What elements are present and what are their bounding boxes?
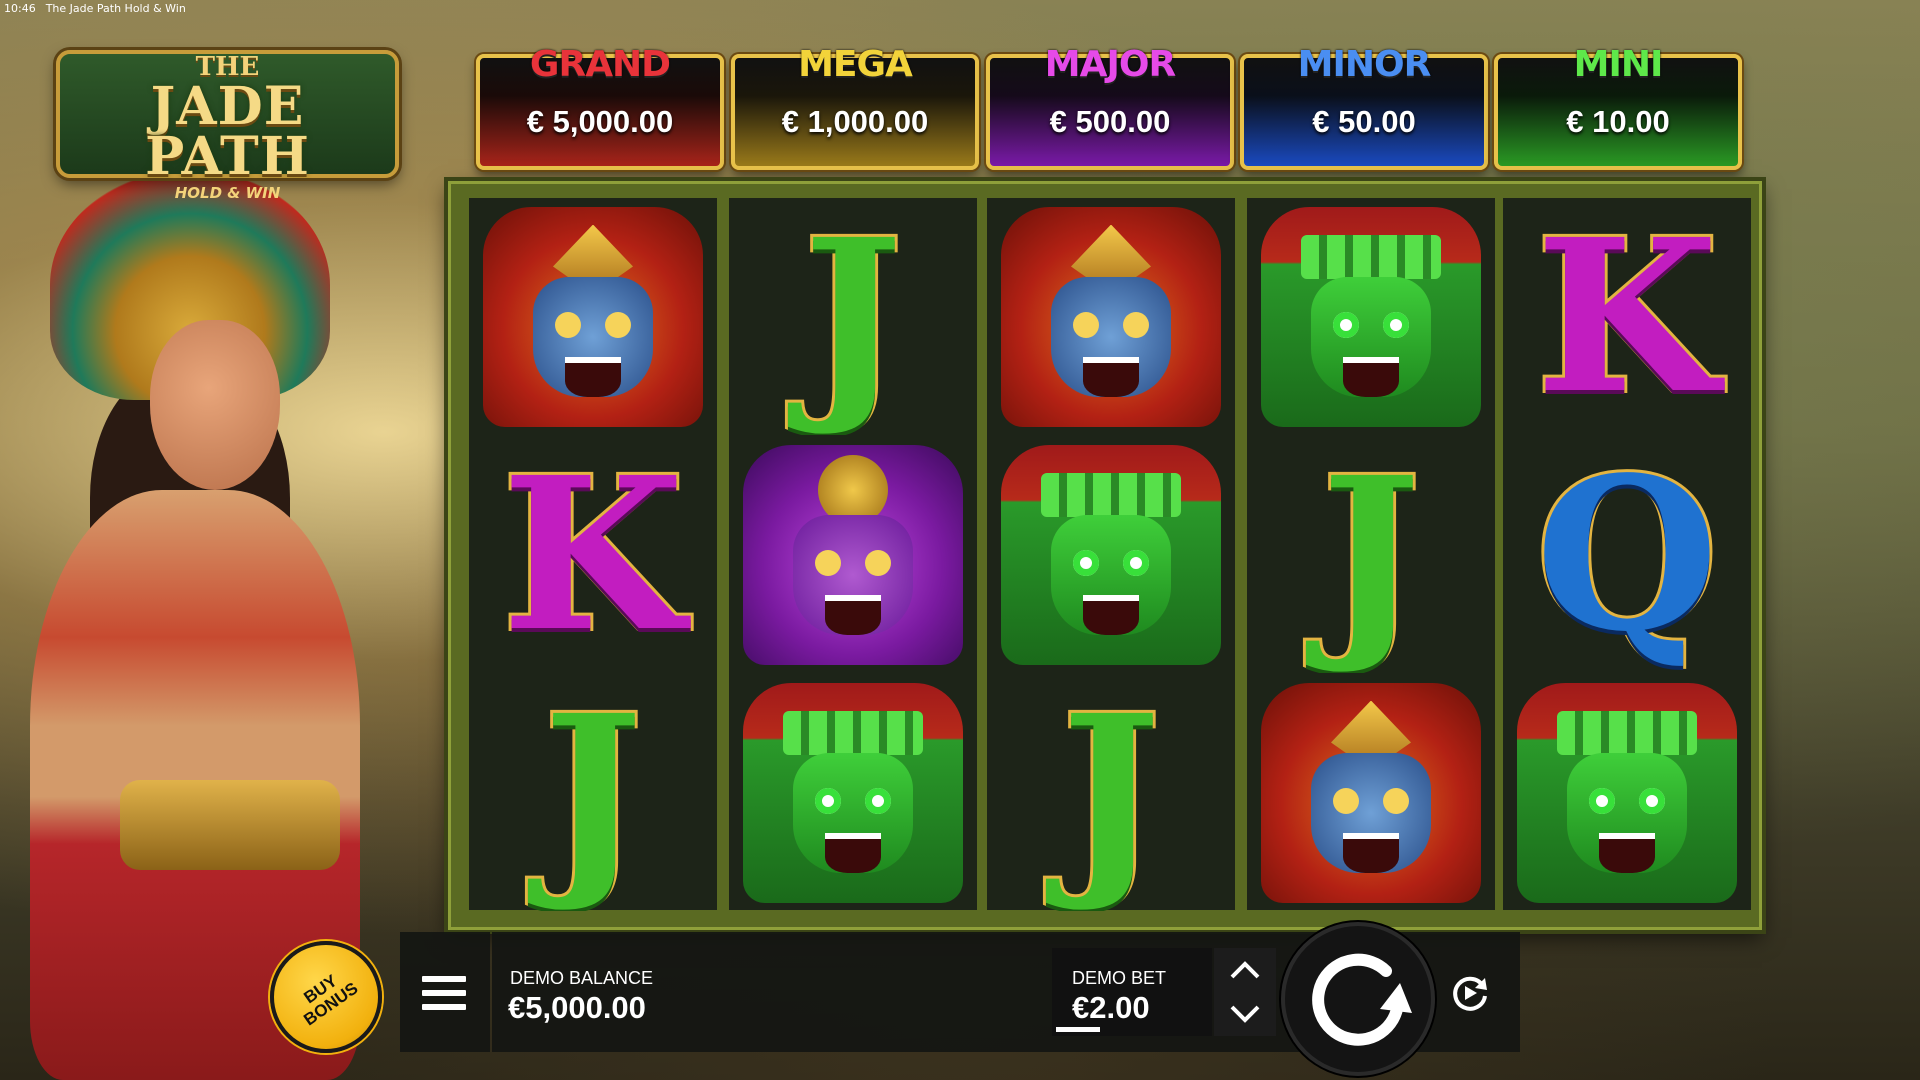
symbol-j: J [729, 198, 977, 435]
spin-button[interactable] [1281, 922, 1435, 1076]
balance-panel: DEMO BALANCE €5,000.00 [492, 932, 1052, 1052]
jackpot-mini-value: € 10.00 [1566, 104, 1670, 139]
reel-grid: KJJJJKQ [448, 181, 1762, 930]
jaguar-mask-icon [743, 444, 963, 665]
jackpot-major: MAJOR € 500.00 [986, 44, 1234, 170]
jackpot-mega-value: € 1,000.00 [781, 104, 929, 139]
bet-stepper [1214, 948, 1276, 1036]
jackpot-mini: MINI € 10.00 [1494, 44, 1742, 170]
symbol-letter-j: J [540, 674, 645, 911]
logo-line-3: HOLD & WIN [174, 184, 281, 202]
jackpot-grand-label: GRAND [529, 44, 671, 85]
spin-arrow-icon [1312, 953, 1412, 1046]
chevron-up-icon[interactable] [1228, 959, 1262, 981]
logo-line-2: JADE PATH [145, 76, 310, 187]
symbol-j: J [987, 674, 1235, 911]
jackpot-mega-label: MEGA [798, 44, 913, 85]
symbol-letter-j: J [800, 198, 905, 435]
symbol-eagle-mask [469, 198, 717, 435]
jackpot-minor: MINOR € 50.00 [1240, 44, 1488, 170]
buy-bonus-label: BUY BONUS [300, 971, 362, 1030]
reel-3: J [987, 198, 1235, 910]
reel-5: KQ [1503, 198, 1751, 910]
system-status-bar: 10:46 The Jade Path Hold & Win [0, 0, 190, 22]
symbol-k: K [469, 436, 717, 673]
eagle-mask-icon [1261, 682, 1481, 903]
eagle-mask-icon [483, 206, 703, 427]
symbol-letter-k: K [1533, 198, 1722, 435]
symbol-j: J [1247, 436, 1495, 673]
symbol-tiki-mask [987, 436, 1235, 673]
reel-1: KJ [469, 198, 717, 910]
reel-2: J [729, 198, 977, 910]
bet-level-indicator [1056, 1027, 1100, 1032]
symbol-tiki-mask [1503, 674, 1751, 911]
bet-label: DEMO BET [1072, 968, 1167, 988]
balance-label: DEMO BALANCE [510, 968, 654, 988]
tiki-mask-icon [743, 682, 963, 903]
symbol-tiki-mask [1247, 198, 1495, 435]
reel-4: J [1247, 198, 1495, 910]
symbol-tiki-mask [729, 674, 977, 911]
symbol-j: J [469, 674, 717, 911]
chevron-down-icon[interactable] [1228, 1003, 1262, 1025]
autoplay-button[interactable] [1444, 967, 1496, 1019]
eagle-mask-icon [1001, 206, 1221, 427]
jackpot-grand-value: € 5,000.00 [526, 104, 674, 139]
symbol-q: Q [1503, 436, 1751, 673]
balance-value: €5,000.00 [508, 990, 646, 1025]
jackpot-mega: MEGA € 1,000.00 [731, 44, 979, 170]
tiki-mask-icon [1001, 444, 1221, 665]
symbol-k: K [1503, 198, 1751, 435]
game-logo: THE JADE PATH HOLD & WIN [56, 50, 399, 202]
autoplay-icon [1453, 976, 1487, 1011]
jackpot-major-label: MAJOR [1044, 44, 1176, 85]
hamburger-menu-icon[interactable] [422, 976, 466, 1010]
symbol-letter-j: J [1058, 674, 1163, 911]
window-title: The Jade Path Hold & Win [45, 2, 186, 15]
jackpot-minor-label: MINOR [1297, 44, 1432, 85]
symbol-jaguar-mask [729, 436, 977, 673]
tiki-mask-icon [1261, 206, 1481, 427]
symbol-eagle-mask [1247, 674, 1495, 911]
symbol-letter-k: K [499, 436, 688, 673]
jackpot-major-value: € 500.00 [1049, 104, 1171, 139]
clock: 10:46 [4, 2, 36, 15]
jackpot-mini-label: MINI [1573, 44, 1664, 85]
symbol-eagle-mask [987, 198, 1235, 435]
buy-bonus-button[interactable]: BUY BONUS [270, 941, 382, 1053]
character-illustration [0, 170, 440, 1080]
bet-display: DEMO BET €2.00 [1052, 948, 1212, 1036]
bet-value: €2.00 [1072, 990, 1150, 1025]
jackpot-grand: GRAND € 5,000.00 [476, 44, 724, 170]
menu-panel [400, 932, 490, 1052]
symbol-letter-j: J [1318, 436, 1423, 673]
tiki-mask-icon [1517, 682, 1737, 903]
symbol-letter-q: Q [1533, 436, 1722, 673]
jackpot-minor-value: € 50.00 [1312, 104, 1416, 139]
